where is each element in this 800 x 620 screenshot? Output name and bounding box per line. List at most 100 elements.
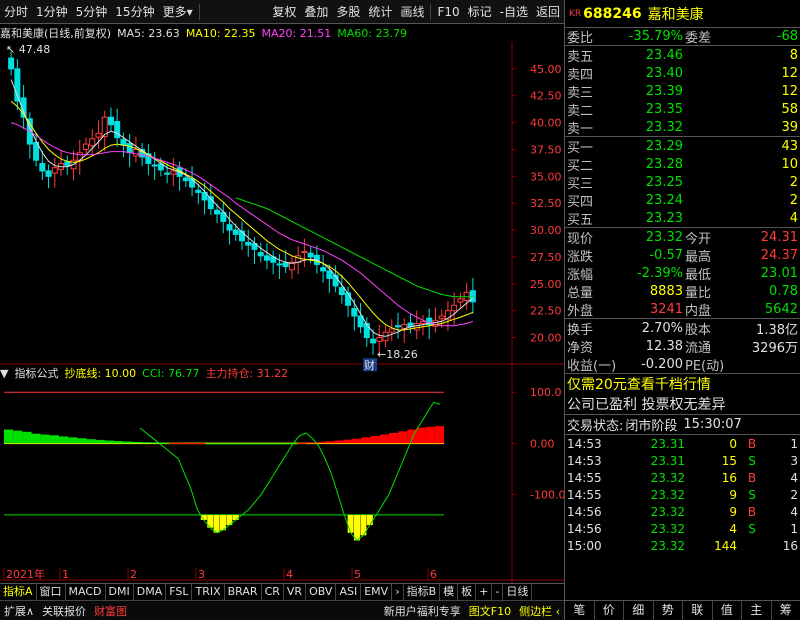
new-user-promo-link[interactable]: 新用户福利专享 (380, 603, 465, 619)
toolbar-15min-label: 15分钟 (115, 4, 155, 19)
toolbar-more-button[interactable]: 更多▾ (159, 1, 197, 23)
promo-company-info[interactable]: 公司已盈利 投票权无差异 (567, 394, 725, 414)
candle-body (189, 178, 196, 188)
holding-bar (196, 443, 206, 445)
candle-body (95, 132, 102, 138)
holding-bar (306, 442, 316, 444)
indicator-tab-17[interactable]: 板 (458, 584, 477, 600)
indicator-tab-2[interactable]: 窗口 (37, 584, 66, 600)
indicator-tab-18[interactable]: + (476, 584, 493, 600)
indicator-tab-12[interactable]: ASI (336, 584, 362, 600)
toolbar-1min-button[interactable]: 1分钟 (32, 1, 72, 23)
indicator-tab-14[interactable]: › (392, 584, 404, 600)
indicator-dropdown-icon[interactable]: ▼ (0, 367, 8, 380)
candle-body (370, 338, 377, 344)
indicator-tab-4[interactable]: DMI (106, 584, 134, 600)
candle-body (214, 209, 221, 215)
toolbar-f10-button[interactable]: F10 (433, 1, 463, 23)
toolbar-separator (430, 3, 432, 20)
right-tab-3[interactable]: 细 (624, 601, 654, 620)
toolbar-mark-label: 标记 (467, 4, 492, 19)
weicha-label: 委差 (685, 31, 712, 46)
toolbar-add-watchlist-button[interactable]: -自选 (496, 1, 532, 23)
ask-level-1: 卖五 23.46 8 (565, 46, 800, 65)
cci-line (139, 401, 441, 542)
indicator-tab-13[interactable]: EMV (361, 584, 393, 600)
toolbar-draw-button[interactable]: 画线 (396, 1, 428, 23)
holding-bar (169, 442, 179, 444)
related-quote-button[interactable]: 关联报价 (38, 603, 90, 619)
kline-chart[interactable]: 45.0042.5040.0037.5035.0032.5030.0027.50… (0, 24, 564, 583)
toolbar-stats-button[interactable]: 统计 (364, 1, 396, 23)
toolbar-multi-stock-button[interactable]: 多股 (332, 1, 364, 23)
indicator-name[interactable]: 指标公式 (14, 365, 58, 381)
ask-level-label: 卖二 (567, 103, 594, 119)
high-value: 24.37 (760, 247, 798, 263)
holding-bar (260, 443, 270, 445)
turnover-value: 2.70% (641, 320, 683, 336)
float-label: 流通 (685, 340, 712, 356)
x-tick-label: 5 (354, 568, 361, 581)
indicator-tab-19[interactable]: - (492, 584, 504, 600)
ask-level-4: 卖二 23.35 58 (565, 100, 800, 119)
right-tab-6[interactable]: 值 (713, 601, 742, 620)
right-tab-1[interactable]: 笔 (565, 601, 595, 620)
right-tab-2[interactable]: 价 (595, 601, 624, 620)
toolbar-15min-button[interactable]: 15分钟 (111, 1, 158, 23)
ind-tick-label: -100.0 (530, 488, 564, 501)
holding-bar (251, 443, 261, 445)
bid-level-label: 买二 (567, 158, 594, 174)
indicator-tab-20[interactable]: 日线 (503, 584, 533, 600)
candle-body (164, 172, 171, 175)
weibi-value: -35.79% (628, 29, 683, 44)
toolbar-f10-label: F10 (437, 4, 460, 19)
holding-bar (324, 441, 334, 444)
toolbar-separator (198, 3, 200, 20)
y-tick-label: 45.00 (530, 63, 562, 76)
indicator-tab-8[interactable]: BRAR (225, 584, 262, 600)
promo-orderbook-link[interactable]: 仅需20元查看千档行情 (567, 374, 711, 394)
candle-body (451, 304, 458, 312)
f10-button[interactable]: 图文F10 (465, 603, 515, 619)
y-tick-label: 40.00 (530, 117, 562, 130)
indicator-tab-9[interactable]: CR (262, 584, 284, 600)
right-tab-4[interactable]: 势 (654, 601, 683, 620)
indicator-tab-15[interactable]: 指标B (404, 584, 441, 600)
toolbar-mark-button[interactable]: 标记 (464, 1, 496, 23)
toolbar-add-watchlist-label: -自选 (499, 4, 528, 19)
tick-side: S (748, 487, 756, 502)
weibi-label: 委比 (567, 31, 594, 46)
sidebar-toggle[interactable]: 侧边栏 ‹ (515, 603, 564, 619)
right-tab-5[interactable]: 联 (683, 601, 713, 620)
indicator-tab-6[interactable]: FSL (166, 584, 193, 600)
status-bar: 扩展∧ 关联报价 财富图 新用户福利专享 图文F10 侧边栏 ‹ (0, 600, 564, 620)
indicator-tab-10[interactable]: VR (284, 584, 307, 600)
cci-legend: CCI: 76.77 (142, 366, 200, 380)
quote-summary: 现价 23.32 今开 24.31 涨跌 -0.57 最高 24.37 涨幅 -2.39% 最低… (565, 228, 800, 319)
tick-volume: 16 (721, 470, 737, 485)
indicator-tab-11[interactable]: OBV (306, 584, 337, 600)
shares-label: 股本 (685, 322, 712, 338)
toolbar-intraday-button[interactable]: 分时 (0, 1, 32, 23)
indicator-tab-7[interactable]: TRIX (192, 584, 225, 600)
holding-bar (49, 435, 59, 444)
right-tab-7[interactable]: 主 (742, 601, 772, 620)
wealth-chart-button[interactable]: 财富图 (90, 603, 131, 619)
toolbar-5min-button[interactable]: 5分钟 (72, 1, 112, 23)
right-tab-8[interactable]: 筹 (772, 601, 800, 620)
indicator-tab-3[interactable]: MACD (66, 584, 106, 600)
expand-button[interactable]: 扩展∧ (0, 603, 38, 619)
toolbar-back-button[interactable]: 返回 (532, 1, 564, 23)
toolbar-overlay-button[interactable]: 叠加 (300, 1, 332, 23)
holding-bar (178, 442, 188, 444)
toolbar-adjust-button[interactable]: 复权 (268, 1, 300, 23)
tick-volume: 144 (714, 538, 737, 553)
indicator-tab-1[interactable]: 指标A (0, 584, 37, 600)
indicator-tab-16[interactable]: 模 (440, 584, 459, 600)
x-tick-label: 3 (198, 568, 205, 581)
tick-volume: 0 (729, 436, 737, 451)
y-tick-label: 22.50 (530, 305, 562, 318)
indicator-tab-5[interactable]: DMA (134, 584, 167, 600)
ind-tick-label: 0.00 (530, 437, 555, 450)
toolbar-intraday-label: 分时 (4, 4, 29, 19)
